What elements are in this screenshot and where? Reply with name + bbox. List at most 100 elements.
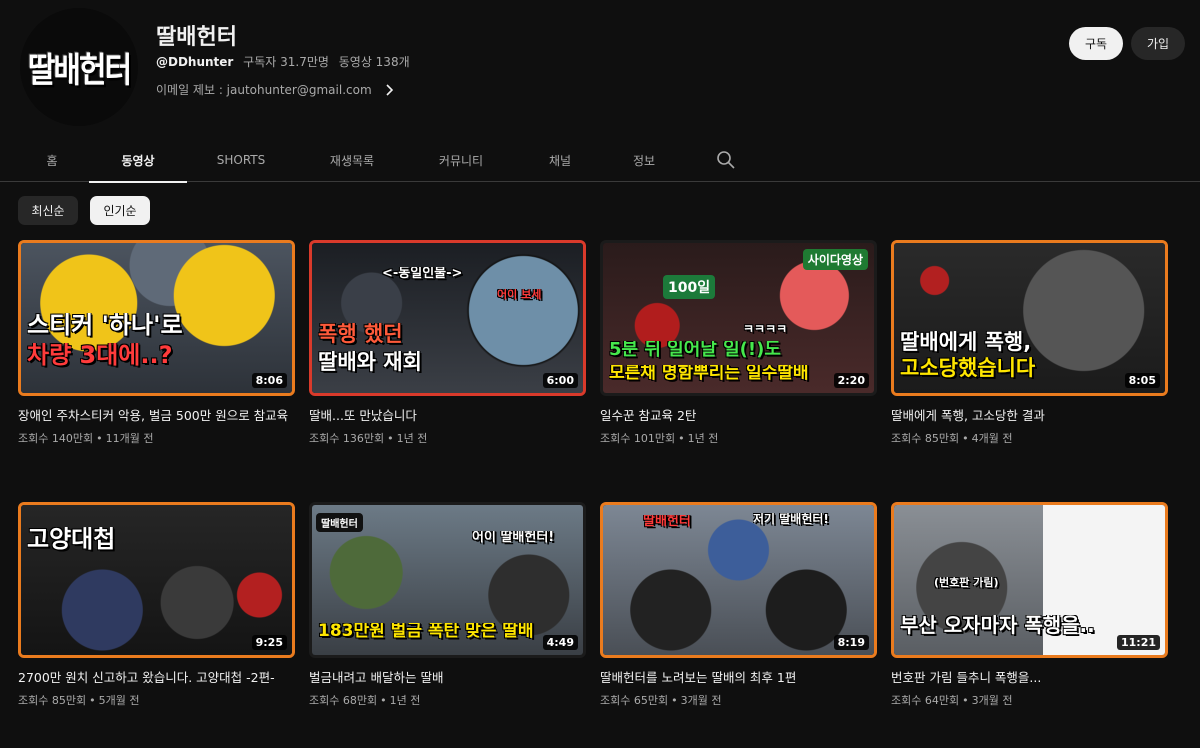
view-count: 조회수 101만회 xyxy=(600,432,676,445)
thumbnail-caption: 어이 보세 xyxy=(497,289,542,301)
video-title[interactable]: 일수꾼 참교육 2탄 xyxy=(600,406,877,425)
video-thumbnail[interactable]: 사이다영상 100일 ㅋㅋㅋㅋ 5분 뒤 일어날 일(!)도 모른채 명함뿌리는… xyxy=(600,240,877,396)
view-count: 조회수 64만회 xyxy=(891,694,960,707)
thumbnail-caption: 고양대첩 xyxy=(27,527,116,553)
video-thumbnail[interactable]: 딸배헌터 어이 딸배헌터! 183만원 벌금 폭탄 맞은 딸배 4:49 xyxy=(309,502,586,658)
channel-email-text: 이메일 제보 : jautohunter@gmail.com xyxy=(156,83,372,97)
sort-latest-chip[interactable]: 최신순 xyxy=(18,196,78,225)
video-meta: 조회수 85만회 • 4개월 전 xyxy=(891,432,1013,445)
upload-age: 1년 전 xyxy=(389,694,421,707)
join-button[interactable]: 가입 xyxy=(1131,27,1185,60)
thumbnail-caption: 저기 딸배헌터! xyxy=(753,513,829,526)
video-thumbnail[interactable]: 딸배에게 폭행, 고소당했습니다 8:05 xyxy=(891,240,1168,396)
thumbnail-caption: 고소당했습니다 xyxy=(900,357,1036,380)
video-meta: 조회수 68만회 • 1년 전 xyxy=(309,694,421,707)
tab-videos[interactable]: 동영상 xyxy=(89,138,187,183)
tab-community[interactable]: 커뮤니티 xyxy=(424,138,498,182)
subscribe-button[interactable]: 구독 xyxy=(1069,27,1123,60)
video-title[interactable]: 벌금내려고 배달하는 딸배 xyxy=(309,668,586,687)
channel-avatar[interactable]: 딸배헌터 xyxy=(20,8,138,126)
upload-age: 1년 전 xyxy=(687,432,719,445)
video-title[interactable]: 딸배헌터를 노려보는 딸배의 최후 1편 xyxy=(600,668,877,687)
upload-age: 5개월 전 xyxy=(98,694,140,707)
video-duration: 2:20 xyxy=(833,373,869,388)
tab-about[interactable]: 정보 xyxy=(620,138,668,182)
upload-age: 1년 전 xyxy=(396,432,428,445)
view-count: 조회수 85만회 xyxy=(18,694,87,707)
thumbnail-caption: 5분 뒤 일어날 일(!)도 xyxy=(609,341,781,360)
view-count: 조회수 85만회 xyxy=(891,432,960,445)
thumbnail-caption: 183만원 벌금 폭탄 맞은 딸배 xyxy=(318,623,534,641)
tab-playlists[interactable]: 재생목록 xyxy=(315,138,389,182)
video-duration: 4:49 xyxy=(542,635,578,650)
thumbnail-tag: 100일 xyxy=(663,275,716,299)
tab-shorts[interactable]: SHORTS xyxy=(205,138,277,182)
video-meta: 조회수 101만회 • 1년 전 xyxy=(600,432,719,445)
video-meta: 조회수 65만회 • 3개월 전 xyxy=(600,694,722,707)
channel-name: 딸배헌터 xyxy=(156,25,237,50)
thumbnail-caption: 부산 오자마자 폭행을.. xyxy=(900,615,1095,636)
subscriber-count: 구독자 31.7만명 xyxy=(243,55,329,69)
video-duration: 11:21 xyxy=(1116,635,1160,650)
video-title[interactable]: 번호판 가림 들추니 폭행을... xyxy=(891,668,1168,687)
video-duration: 6:00 xyxy=(542,373,578,388)
thumbnail-tag: 사이다영상 xyxy=(802,249,868,270)
thumbnail-caption: <-동일인물-> xyxy=(382,267,463,281)
video-card[interactable]: 사이다영상 100일 ㅋㅋㅋㅋ 5분 뒤 일어날 일(!)도 모른채 명함뿌리는… xyxy=(600,240,877,446)
thumbnail-caption: 딸배와 재회 xyxy=(318,351,422,374)
video-card[interactable]: 스티커 '하나'로 차량 3대에..? 8:06 장애인 주차스티커 악용, 벌… xyxy=(18,240,295,446)
upload-age: 3개월 전 xyxy=(680,694,722,707)
video-title[interactable]: 딸배...또 만났습니다 xyxy=(309,406,586,425)
video-duration: 8:19 xyxy=(833,635,869,650)
video-thumbnail[interactable]: <-동일인물-> 어이 보세 폭행 했던 딸배와 재회 6:00 xyxy=(309,240,586,396)
view-count: 조회수 65만회 xyxy=(600,694,669,707)
avatar-logo-text: 딸배헌터 xyxy=(27,50,132,92)
sort-popular-chip[interactable]: 인기순 xyxy=(90,196,150,225)
tab-home[interactable]: 홈 xyxy=(30,138,74,182)
view-count: 조회수 136만회 xyxy=(309,432,385,445)
thumbnail-caption: 차량 3대에..? xyxy=(27,343,173,369)
chevron-right-icon xyxy=(386,83,393,96)
view-count: 조회수 68만회 xyxy=(309,694,378,707)
thumbnail-caption-line: 스티커 '하나'로 xyxy=(27,313,183,339)
video-card[interactable]: 고양대첩 9:25 2700만 원치 신고하고 왔습니다. 고양대첩 -2편- … xyxy=(18,502,295,708)
video-thumbnail[interactable]: 스티커 '하나'로 차량 3대에..? 8:06 xyxy=(18,240,295,396)
video-duration: 9:25 xyxy=(251,635,287,650)
channel-meta: @DDhunter 구독자 31.7만명 동영상 138개 xyxy=(156,53,416,70)
video-meta: 조회수 64만회 • 3개월 전 xyxy=(891,694,1013,707)
video-card[interactable]: <-동일인물-> 어이 보세 폭행 했던 딸배와 재회 6:00 딸배...또 … xyxy=(309,240,586,446)
video-meta: 조회수 136만회 • 1년 전 xyxy=(309,432,428,445)
view-count: 조회수 140만회 xyxy=(18,432,94,445)
thumbnail-caption: 스티커 '하나'로 xyxy=(27,313,286,338)
thumbnail-caption: ㅋㅋㅋㅋ xyxy=(743,323,788,336)
upload-age: 4개월 전 xyxy=(971,432,1013,445)
video-duration: 8:06 xyxy=(251,373,287,388)
search-icon[interactable] xyxy=(716,150,736,170)
thumbnail-caption: 폭행 했던 xyxy=(318,323,403,346)
video-card[interactable]: 딸배에게 폭행, 고소당했습니다 8:05 딸배에게 폭행, 고소당한 결과 조… xyxy=(891,240,1168,446)
channel-email-link[interactable]: 이메일 제보 : jautohunter@gmail.com xyxy=(156,81,396,98)
video-title[interactable]: 장애인 주차스티커 악용, 벌금 500만 원으로 참교육 xyxy=(18,406,295,425)
upload-age: 3개월 전 xyxy=(971,694,1013,707)
video-title[interactable]: 딸배에게 폭행, 고소당한 결과 xyxy=(891,406,1168,425)
video-thumbnail[interactable]: 고양대첩 9:25 xyxy=(18,502,295,658)
video-meta: 조회수 85만회 • 5개월 전 xyxy=(18,694,140,707)
channel-tabs: 홈 동영상 SHORTS 재생목록 커뮤니티 채널 정보 xyxy=(0,138,1200,183)
video-card[interactable]: 딸배헌터 어이 딸배헌터! 183만원 벌금 폭탄 맞은 딸배 4:49 벌금내… xyxy=(309,502,586,708)
video-thumbnail[interactable]: 딸배헌터 저기 딸배헌터! 8:19 xyxy=(600,502,877,658)
upload-age: 11개월 전 xyxy=(105,432,154,445)
video-thumbnail[interactable]: (번호판 가림) 부산 오자마자 폭행을.. 11:21 xyxy=(891,502,1168,658)
video-duration: 8:05 xyxy=(1124,373,1160,388)
video-title[interactable]: 2700만 원치 신고하고 왔습니다. 고양대첩 -2편- xyxy=(18,668,295,687)
video-meta: 조회수 140만회 • 11개월 전 xyxy=(18,432,154,445)
thumbnail-caption: 어이 딸배헌터! xyxy=(472,531,555,545)
tab-channels[interactable]: 채널 xyxy=(536,138,584,182)
thumbnail-caption: 딸배에게 폭행, xyxy=(900,331,1032,354)
channel-header: 딸배헌터 딸배헌터 @DDhunter 구독자 31.7만명 동영상 138개 … xyxy=(0,0,1200,135)
thumbnail-tag: 딸배헌터 xyxy=(316,513,363,532)
video-card[interactable]: 딸배헌터 저기 딸배헌터! 8:19 딸배헌터를 노려보는 딸배의 최후 1편 … xyxy=(600,502,877,708)
video-count: 동영상 138개 xyxy=(338,55,410,69)
channel-handle: @DDhunter xyxy=(156,55,234,69)
thumbnail-caption: 모른채 명함뿌리는 일수딸배 xyxy=(609,365,809,383)
video-card[interactable]: (번호판 가림) 부산 오자마자 폭행을.. 11:21 번호판 가림 들추니 … xyxy=(891,502,1168,708)
